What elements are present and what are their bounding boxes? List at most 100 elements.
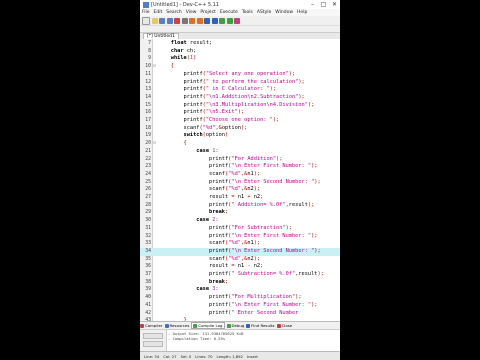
code-line[interactable]: 32 printf("\n Enter First Number: ");: [140, 233, 340, 241]
code-line[interactable]: 25 printf("\n Enter Second Number: ");: [140, 179, 340, 187]
shorten-paths-button[interactable]: [143, 341, 163, 347]
code-line[interactable]: 19 switch(option): [140, 132, 340, 140]
code-line[interactable]: 42 printf(" Enter Second Number: [140, 310, 340, 318]
close-button[interactable]: ✕: [329, 1, 340, 8]
code-text: printf("\n Enter First Number: ");: [158, 233, 317, 241]
code-line[interactable]: 37 printf(" Subtraction= %.0f",result);: [140, 271, 340, 279]
code-token: "Select any one operation": [205, 70, 289, 77]
close-panel-icon: [276, 323, 281, 328]
tab-find-results[interactable]: Find Results: [246, 323, 275, 328]
code-line[interactable]: 7 float result;: [140, 40, 340, 48]
code-line[interactable]: 39 case 3:: [140, 286, 340, 294]
new-file-icon[interactable]: [142, 16, 150, 25]
menu-help[interactable]: Help: [297, 10, 307, 15]
code-line[interactable]: 40 printf("For Multiplication");: [140, 294, 340, 302]
code-token: scanf: [158, 255, 225, 262]
minimize-button[interactable]: –: [307, 1, 318, 8]
code-line[interactable]: 27 result = n1 + n2;: [140, 194, 340, 202]
code-line[interactable]: 9 while(1): [140, 55, 340, 63]
code-token: scanf: [158, 240, 225, 247]
run-icon[interactable]: [226, 17, 233, 24]
menu-astyle[interactable]: AStyle: [257, 10, 271, 15]
code-token: :: [215, 147, 219, 154]
compile-run-icon[interactable]: [234, 17, 240, 24]
menu-window[interactable]: Window: [275, 10, 293, 15]
save-icon[interactable]: [159, 17, 165, 24]
redo-icon[interactable]: [196, 17, 203, 24]
code-token: scanf: [158, 186, 225, 193]
code-line[interactable]: 15 printf("\n3.Multiplication\n4.Divisio…: [140, 102, 340, 110]
line-number: 7: [148, 41, 151, 46]
code-line[interactable]: 14 printf("\n1.Addition\n2.Subtraction")…: [140, 94, 340, 102]
code-line[interactable]: 38 break;: [140, 279, 340, 287]
code-line[interactable]: 12 printf(" to perform the calculation")…: [140, 79, 340, 87]
tab-resources[interactable]: Resources: [164, 323, 189, 328]
code-line[interactable]: 17 printf("Choose one option: ");: [140, 117, 340, 125]
code-text: result = n1 - n2;: [158, 263, 263, 271]
code-line[interactable]: 34 printf("\n Enter Second Number: ");: [140, 247, 340, 256]
code-token: );: [237, 109, 245, 116]
print-icon[interactable]: [181, 17, 188, 24]
maximize-button[interactable]: □: [318, 1, 329, 8]
tab-compile-log[interactable]: Compile Log: [191, 322, 225, 329]
menu-execute[interactable]: Execute: [220, 10, 238, 15]
replace-icon[interactable]: [211, 17, 218, 24]
code-line[interactable]: 35 scanf("%d",&n2);: [140, 256, 340, 264]
line-number: 37: [145, 272, 151, 277]
close-file-icon[interactable]: [174, 17, 180, 24]
code-line[interactable]: 24 scanf("%d",&n1);: [140, 171, 340, 179]
code-token: );: [240, 124, 248, 131]
menu-project[interactable]: Project: [200, 10, 215, 15]
menu-tools[interactable]: Tools: [242, 10, 253, 15]
resources-icon: [164, 323, 169, 328]
code-line[interactable]: 31 printf("For Subtraction");: [140, 225, 340, 233]
code-text: switch(option): [158, 132, 229, 140]
code-line[interactable]: 28 printf(" Addition= %.0f",result);: [140, 202, 340, 210]
code-line[interactable]: 11 printf("Select any one operation");: [140, 71, 340, 79]
undo-icon[interactable]: [189, 17, 195, 24]
code-line[interactable]: 26 scanf("%d",&n2);: [140, 186, 340, 194]
code-token: ;: [224, 209, 229, 216]
abort-compilation-button[interactable]: [143, 333, 163, 339]
code-line[interactable]: 10 ⊟ {: [140, 63, 340, 71]
fold-toggle-icon[interactable]: ⊟: [152, 140, 157, 148]
code-token: option: [221, 124, 241, 131]
fold-toggle-icon[interactable]: ⊟: [152, 63, 157, 71]
code-line[interactable]: 16 printf("\n5.Exit");: [140, 109, 340, 117]
code-editor[interactable]: 7 float result; 8 char ch; 9 while(1) 10 ⊟ {…: [140, 39, 340, 323]
code-line[interactable]: 13 printf(" in C Calculator: ");: [140, 86, 340, 94]
code-line[interactable]: 8 char ch;: [140, 48, 340, 56]
code-line[interactable]: 21 case 1:: [140, 148, 340, 156]
code-line[interactable]: 33 scanf("%d",&n1);: [140, 240, 340, 248]
tab-compiler[interactable]: Compiler: [140, 323, 163, 328]
tab-close[interactable]: Close: [276, 323, 292, 328]
window-title: [Untitled1] - Dev-C++ 5.11: [151, 1, 219, 8]
menu-file[interactable]: File: [142, 10, 150, 15]
code-token: "\n5.Exit": [205, 109, 238, 116]
menu-edit[interactable]: Edit: [154, 10, 163, 15]
code-line[interactable]: 22 printf("For Addition");: [140, 156, 340, 164]
code-line[interactable]: 41 printf("\n Enter First Number: ");: [140, 302, 340, 310]
code-token: n1: [237, 263, 248, 270]
save-all-icon[interactable]: [166, 17, 173, 24]
code-line[interactable]: 20 ⊟ {: [140, 140, 340, 148]
code-token: );: [298, 93, 305, 100]
menu-search[interactable]: Search: [166, 10, 181, 15]
code-token: "For Addition": [231, 155, 277, 162]
code-line[interactable]: 30 case 2:: [140, 217, 340, 225]
code-token: " Subtraction= %.0f": [231, 271, 296, 277]
line-number: 24: [145, 171, 151, 177]
code-token: printf: [158, 163, 229, 170]
code-token: "%d": [228, 255, 241, 262]
line-number: 20: [145, 141, 151, 147]
tab-debug[interactable]: Debug: [226, 323, 244, 328]
code-line[interactable]: 36 result = n1 - n2;: [140, 263, 340, 271]
compile-icon[interactable]: [219, 17, 225, 24]
menu-view[interactable]: View: [186, 10, 197, 15]
code-line[interactable]: 23 printf("\n Enter First Number: ");: [140, 163, 340, 171]
code-line[interactable]: 29 break;: [140, 209, 340, 217]
code-line[interactable]: 18 scanf("%d",&option);: [140, 125, 340, 133]
open-folder-icon[interactable]: [151, 17, 158, 24]
code-token: printf: [158, 86, 203, 93]
find-icon[interactable]: [204, 17, 210, 24]
